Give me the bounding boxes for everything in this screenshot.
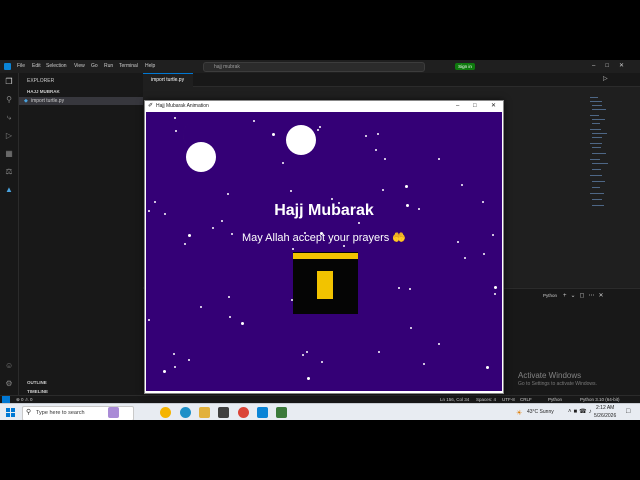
turtle-app-taskbar-icon[interactable] [276,407,287,418]
chrome-icon[interactable] [238,407,249,418]
tab-import-turtle[interactable]: import turtle.py [143,73,193,87]
command-search-input[interactable]: hajj mubrak [203,62,425,72]
clock-time[interactable]: 2:12 AM [596,405,614,411]
run-debug-icon[interactable]: ▷ [5,132,13,140]
activity-bar: ❐ ⚲ ⤷ ▷ ▦ ⚖ ▲ ☺ ⚙ [0,73,19,395]
activate-windows-title: Activate Windows [518,371,582,380]
testing-icon[interactable]: ⚖ [5,168,13,176]
python-file-icon: ◆ [24,98,28,104]
settings-gear-icon[interactable]: ⚙ [5,380,13,388]
menu-file[interactable]: File [17,63,25,69]
minimize-button[interactable]: – [456,101,459,112]
menu-edit[interactable]: Edit [32,63,41,69]
explorer-title: EXPLORER [27,78,55,84]
notification-icon[interactable]: □ [626,408,630,415]
account-icon[interactable]: ☺ [5,362,13,370]
taskbar-flowers-icon[interactable] [108,407,119,418]
menu-selection[interactable]: Selection [46,63,67,69]
canvas-drawing [183,121,358,314]
turtle-graphics-window: ✐ Hajj Mubarak Animation – □ ✕ Hajj Muba… [144,100,504,394]
system-tray-icons[interactable]: ˄■☎♪ [568,408,594,415]
mail-icon[interactable] [218,407,229,418]
hajj-mubarak-heading: Hajj Mubarak [274,202,374,219]
vscode-logo-icon [4,63,11,70]
activate-windows-subtitle: Go to Settings to activate Windows. [518,381,597,387]
explorer-sidebar: EXPLORER HAJJ MUBRAK ◆ import turtle.py … [19,73,144,395]
menu-go[interactable]: Go [91,63,98,69]
python-icon[interactable]: ▲ [5,186,13,194]
turtle-window-title: Hajj Mubarak Animation [156,103,209,109]
clock-date[interactable]: 5/26/2026 [594,413,616,419]
menu-run[interactable]: Run [104,63,113,69]
vscode-titlebar: File Edit Selection View Go Run Terminal… [0,60,640,74]
feather-icon: ✐ [148,103,154,109]
windows-taskbar: Type here to search ⚲ ☀ 43°C Sunny ˄■☎♪ … [0,403,640,420]
kaaba-door [317,271,333,299]
explorer-icon[interactable]: ❐ [5,78,13,86]
source-control-icon[interactable]: ⤷ [5,114,13,122]
windows-start-icon[interactable] [6,408,15,417]
weather-text[interactable]: 43°C Sunny [527,409,554,415]
run-file-icon[interactable]: ▷ [603,75,608,82]
close-button[interactable]: ✕ [491,101,496,112]
white-cloud-right [286,125,316,155]
editor-tab-bar: import turtle.py ▷ [143,73,640,87]
file-explorer-icon[interactable] [199,407,210,418]
menu-terminal[interactable]: Terminal [119,63,138,69]
vscode-taskbar-icon[interactable] [257,407,268,418]
prayer-subheading: May Allah accept your prayers 🤲 [241,232,407,244]
outline-section[interactable]: OUTLINE [27,380,47,385]
minimap[interactable] [588,95,616,215]
maximize-button[interactable]: □ [473,101,477,112]
menu-view[interactable]: View [74,63,85,69]
panel-actions[interactable]: +⌄◻⋯✕ [563,292,608,299]
folder-name[interactable]: HAJJ MUBRAK [27,89,60,94]
taskbar-search-icon: ⚲ [26,409,32,416]
desktop-screen: File Edit Selection View Go Run Terminal… [0,60,640,420]
terminal-python-label[interactable]: Python [543,293,557,298]
file-name: import turtle.py [31,98,65,104]
timeline-section[interactable]: TIMELINE [27,389,48,394]
sign-in-button[interactable]: Sign in [455,63,475,70]
turtle-window-titlebar[interactable]: ✐ Hajj Mubarak Animation – □ ✕ [145,101,503,112]
weather-sun-icon: ☀ [516,410,523,417]
search-icon[interactable]: ⚲ [5,96,13,104]
window-controls[interactable]: –□✕ [592,62,634,69]
file-row-selected[interactable]: ◆ import turtle.py [19,97,143,105]
chrome-color-icon[interactable] [160,407,171,418]
edge-icon[interactable] [180,407,191,418]
extensions-icon[interactable]: ▦ [5,150,13,158]
turtle-canvas: Hajj Mubarak May Allah accept your praye… [146,112,502,391]
kaaba-gold-band [293,253,358,259]
menu-help[interactable]: Help [145,63,155,69]
white-cloud-left [186,142,216,172]
